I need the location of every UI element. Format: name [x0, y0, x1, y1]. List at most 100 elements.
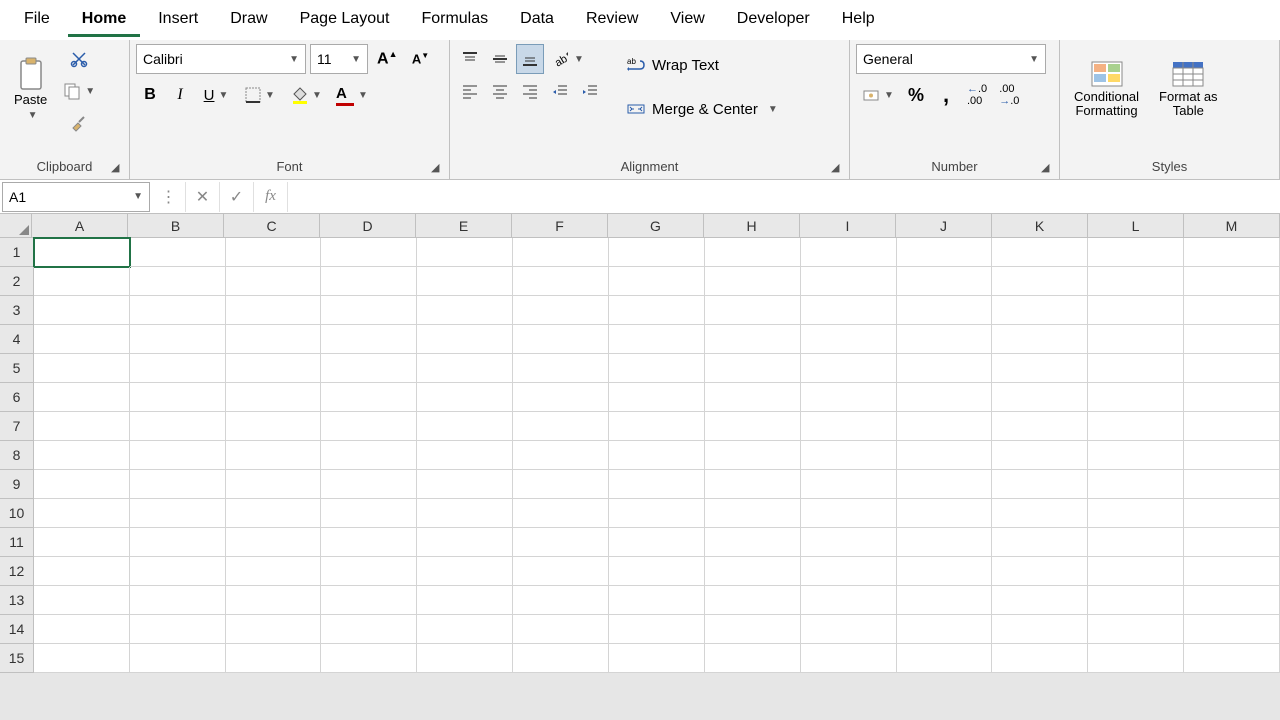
cell[interactable]	[226, 499, 322, 528]
cell[interactable]	[321, 383, 417, 412]
row-header[interactable]: 15	[0, 644, 34, 673]
cell[interactable]	[992, 412, 1088, 441]
tab-formulas[interactable]: Formulas	[407, 4, 502, 37]
cell[interactable]	[801, 615, 897, 644]
cell[interactable]	[321, 238, 417, 267]
cell[interactable]	[321, 557, 417, 586]
cell[interactable]	[513, 354, 609, 383]
cell[interactable]	[801, 644, 897, 673]
cell[interactable]	[897, 528, 993, 557]
cell[interactable]	[897, 441, 993, 470]
cell[interactable]	[226, 296, 322, 325]
cell[interactable]	[705, 412, 801, 441]
formula-bar-options-button[interactable]: ⋮	[152, 182, 186, 212]
cell[interactable]	[226, 644, 322, 673]
cell[interactable]	[1184, 470, 1280, 499]
cell[interactable]	[321, 412, 417, 441]
cell[interactable]	[417, 383, 513, 412]
cell[interactable]	[801, 586, 897, 615]
cell[interactable]	[1184, 325, 1280, 354]
tab-file[interactable]: File	[10, 4, 64, 37]
align-right-button[interactable]	[516, 76, 544, 106]
cell[interactable]	[1184, 296, 1280, 325]
cell[interactable]	[321, 267, 417, 296]
row-header[interactable]: 12	[0, 557, 34, 586]
cell[interactable]	[130, 644, 226, 673]
cell[interactable]	[130, 615, 226, 644]
accounting-format-button[interactable]: ▼	[856, 80, 900, 110]
cell[interactable]	[801, 296, 897, 325]
cell[interactable]	[897, 354, 993, 383]
cell[interactable]	[705, 499, 801, 528]
tab-review[interactable]: Review	[572, 4, 652, 37]
fill-color-button[interactable]: ▼	[284, 80, 328, 110]
cell[interactable]	[34, 267, 130, 296]
cell[interactable]	[130, 470, 226, 499]
cell[interactable]	[130, 383, 226, 412]
row-header[interactable]: 5	[0, 354, 34, 383]
cell[interactable]	[226, 267, 322, 296]
cell[interactable]	[897, 383, 993, 412]
cell[interactable]	[34, 325, 130, 354]
column-header[interactable]: C	[224, 214, 320, 238]
cell[interactable]	[417, 499, 513, 528]
font-color-button[interactable]: A ▼	[330, 80, 374, 110]
decrease-font-size-button[interactable]: A▼	[406, 44, 434, 74]
cell[interactable]	[801, 557, 897, 586]
cell[interactable]	[130, 325, 226, 354]
cell[interactable]	[417, 238, 513, 267]
cell[interactable]	[226, 528, 322, 557]
tab-draw[interactable]: Draw	[216, 4, 281, 37]
cell[interactable]	[1088, 383, 1184, 412]
cell[interactable]	[992, 557, 1088, 586]
cell[interactable]	[34, 470, 130, 499]
cell[interactable]	[513, 470, 609, 499]
cell[interactable]	[417, 615, 513, 644]
align-left-button[interactable]	[456, 76, 484, 106]
cell[interactable]	[992, 615, 1088, 644]
formula-input[interactable]	[288, 182, 1280, 212]
cell[interactable]	[992, 470, 1088, 499]
cell[interactable]	[705, 528, 801, 557]
cell[interactable]	[609, 644, 705, 673]
cell[interactable]	[321, 354, 417, 383]
cell[interactable]	[1184, 412, 1280, 441]
enter-formula-button[interactable]: ✓	[220, 182, 254, 212]
column-header[interactable]: E	[416, 214, 512, 238]
cell[interactable]	[513, 238, 609, 267]
cell[interactable]	[513, 441, 609, 470]
increase-decimal-button[interactable]: ←.0.00	[962, 80, 992, 110]
cell[interactable]	[897, 470, 993, 499]
cell[interactable]	[705, 383, 801, 412]
cell[interactable]	[897, 644, 993, 673]
cell[interactable]	[1088, 325, 1184, 354]
column-header[interactable]: F	[512, 214, 608, 238]
font-size-dropdown[interactable]: 11 ▼	[310, 44, 368, 74]
cell[interactable]	[1184, 528, 1280, 557]
cell[interactable]	[1184, 644, 1280, 673]
bold-button[interactable]: B	[136, 80, 164, 110]
cell[interactable]	[513, 499, 609, 528]
cell[interactable]	[513, 557, 609, 586]
cell[interactable]	[609, 383, 705, 412]
cell[interactable]	[609, 528, 705, 557]
cell[interactable]	[992, 586, 1088, 615]
cell[interactable]	[321, 499, 417, 528]
tab-data[interactable]: Data	[506, 4, 568, 37]
increase-indent-button[interactable]	[576, 76, 604, 106]
cell[interactable]	[609, 441, 705, 470]
cell[interactable]	[897, 238, 993, 267]
cell[interactable]	[417, 528, 513, 557]
number-format-dropdown[interactable]: General ▼	[856, 44, 1046, 74]
cell[interactable]	[992, 296, 1088, 325]
cell[interactable]	[992, 267, 1088, 296]
row-header[interactable]: 6	[0, 383, 34, 412]
borders-button[interactable]: ▼	[238, 80, 282, 110]
cell[interactable]	[321, 615, 417, 644]
cell[interactable]	[513, 325, 609, 354]
cell[interactable]	[1088, 296, 1184, 325]
cell[interactable]	[705, 615, 801, 644]
tab-view[interactable]: View	[656, 4, 718, 37]
alignment-launcher[interactable]: ◢	[831, 161, 845, 175]
cell[interactable]	[992, 325, 1088, 354]
